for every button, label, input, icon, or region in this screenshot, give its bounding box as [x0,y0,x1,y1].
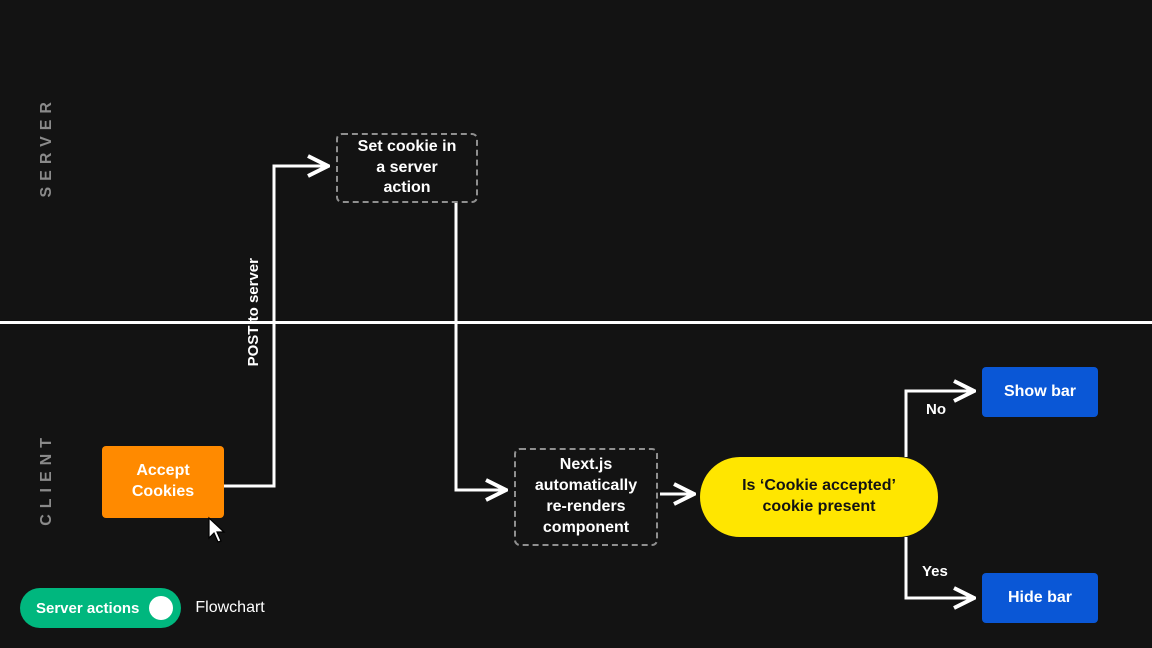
view-toggle[interactable]: Server actions Flowchart [20,588,265,628]
section-label-server: SERVER [38,96,56,198]
server-client-divider [0,321,1152,324]
node-set-cookie: Set cookie in a server action [336,133,478,203]
edge-label-post: POST to server [245,258,262,366]
edge-label-yes: Yes [922,563,948,580]
toggle-pill[interactable]: Server actions [20,588,181,628]
section-label-client: CLIENT [38,432,56,526]
toggle-off-label: Flowchart [195,599,264,617]
node-rerender: Next.js automatically re-renders compone… [514,448,658,546]
node-hide-bar: Hide bar [982,573,1098,623]
node-decision-cookie-present: Is ‘Cookie accepted’ cookie present [700,457,938,537]
toggle-on-label: Server actions [36,600,139,617]
edge-label-no: No [926,401,946,418]
node-show-bar: Show bar [982,367,1098,417]
cursor-icon [207,516,227,544]
flow-arrows [0,0,1152,648]
node-accept-cookies[interactable]: Accept Cookies [102,446,224,518]
toggle-knob [149,596,173,620]
